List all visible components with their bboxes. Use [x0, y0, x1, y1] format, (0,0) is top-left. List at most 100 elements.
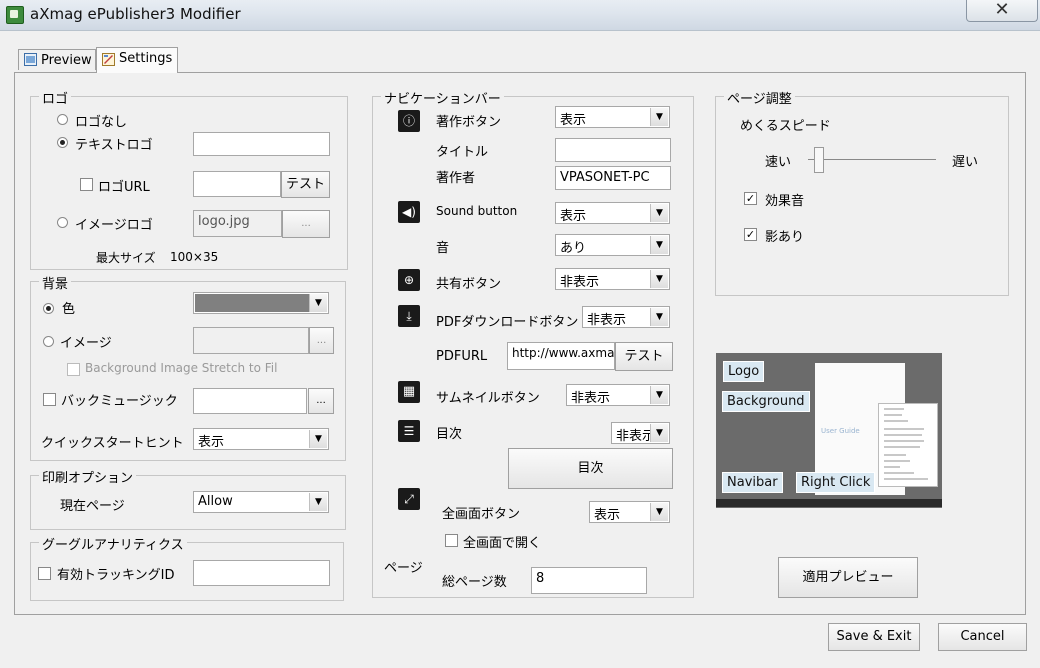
bg-color-radio[interactable] — [43, 303, 54, 314]
author-label: 著作者 — [436, 171, 476, 186]
max-size-value: 100×35 — [170, 250, 219, 264]
sound-effect-checkbox[interactable]: ✓ — [744, 192, 757, 205]
logo-url-input[interactable] — [193, 171, 281, 197]
title-input[interactable] — [555, 138, 671, 162]
close-button[interactable]: ✕ — [966, 0, 1038, 22]
copyright-dropdown[interactable]: 表示 ▼ — [555, 106, 670, 128]
logo-url-test-button[interactable]: テスト — [281, 171, 330, 198]
total-pages-label: 総ページ数 — [442, 575, 507, 590]
sound-effect-label: 効果音 — [765, 194, 805, 209]
chevron-down-icon: ▼ — [650, 308, 668, 326]
thumbnail-icon: ▦ — [398, 381, 420, 403]
quickstart-dropdown[interactable]: 表示 ▼ — [193, 428, 329, 450]
bg-music-browse-button[interactable]: ... — [308, 388, 334, 414]
toc-dropdown[interactable]: 非表示 ▼ — [611, 422, 670, 444]
pdfurl-label: PDFURL — [436, 349, 488, 364]
checkmark-icon: ✓ — [745, 192, 756, 205]
share-button-dropdown[interactable]: 非表示 ▼ — [555, 268, 670, 290]
navibar-callout: Navibar — [722, 472, 783, 493]
text-logo-input[interactable] — [193, 132, 330, 156]
fullscreen-icon: ⤢ — [398, 488, 420, 510]
pdf-download-label: PDFダウンロードボタン — [436, 315, 579, 330]
chevron-down-icon: ▼ — [309, 493, 327, 511]
current-page-value: Allow — [198, 494, 233, 509]
background-callout: Background — [722, 391, 810, 412]
bg-music-input[interactable] — [193, 388, 307, 414]
image-logo-radio[interactable] — [57, 217, 68, 228]
pdfurl-test-button[interactable]: テスト — [615, 342, 673, 371]
preview-page-caption: User Guide — [821, 427, 860, 435]
tracking-id-input[interactable] — [193, 560, 330, 586]
pdf-download-dropdown[interactable]: 非表示 ▼ — [582, 306, 670, 328]
thumbnail-button-dropdown[interactable]: 非表示 ▼ — [566, 384, 670, 406]
page-label: ページ — [384, 561, 423, 576]
preview-navbar — [716, 499, 942, 507]
slow-label: 遅い — [952, 155, 979, 170]
fullscreen-button-dropdown[interactable]: 表示 ▼ — [589, 501, 670, 523]
share-icon: ⊕ — [398, 269, 420, 291]
speaker-icon: ◀) — [398, 201, 420, 223]
chevron-down-icon: ▼ — [650, 204, 668, 222]
bg-image-radio[interactable] — [43, 336, 54, 347]
audio-value: あり — [560, 241, 587, 256]
flip-speed-slider[interactable] — [808, 159, 936, 160]
no-logo-label: ロゴなし — [75, 115, 128, 130]
tab-preview-label: Preview — [41, 53, 92, 68]
bg-music-checkbox[interactable] — [43, 393, 56, 406]
logo-url-checkbox[interactable] — [80, 178, 93, 191]
image-logo-input[interactable]: logo.jpg — [193, 210, 282, 237]
bg-image-browse-button[interactable]: ... — [309, 327, 334, 354]
bg-color-swatch — [195, 294, 309, 312]
sound-button-dropdown[interactable]: 表示 ▼ — [555, 202, 670, 224]
author-input[interactable]: VPASONET-PC — [555, 166, 671, 190]
open-fullscreen-checkbox[interactable] — [445, 534, 458, 547]
current-page-dropdown[interactable]: Allow ▼ — [193, 491, 329, 513]
preview-icon — [24, 53, 37, 66]
tab-settings[interactable]: Settings — [96, 47, 178, 73]
flip-speed-slider-thumb[interactable] — [813, 147, 824, 173]
navbar-group-title: ナビケーションバー — [381, 88, 504, 107]
toc-label: 目次 — [436, 427, 463, 442]
bg-image-input[interactable] — [193, 327, 309, 354]
thumbnail-button-label: サムネイルボタン — [436, 391, 540, 406]
share-button-label: 共有ボタン — [436, 277, 502, 292]
save-exit-button[interactable]: Save & Exit — [828, 623, 920, 651]
fullscreen-button-value: 表示 — [594, 508, 621, 523]
cancel-button[interactable]: Cancel — [938, 623, 1027, 651]
window-title: aXmag ePublisher3 Modifier — [30, 5, 241, 23]
chevron-down-icon: ▼ — [650, 236, 668, 254]
app-icon — [6, 6, 24, 24]
sound-button-value: 表示 — [560, 209, 587, 224]
bg-color-dropdown[interactable]: ▼ — [193, 292, 329, 314]
audio-label: 音 — [436, 241, 450, 256]
chevron-down-icon: ▼ — [650, 503, 668, 521]
pdfurl-input[interactable]: http://www.axmag — [507, 342, 615, 370]
audio-dropdown[interactable]: あり ▼ — [555, 234, 670, 256]
download-icon: ⤓ — [398, 305, 420, 327]
tab-preview[interactable]: Preview — [18, 49, 96, 70]
toc-button[interactable]: 目次 — [508, 448, 673, 489]
tracking-checkbox[interactable] — [38, 567, 51, 580]
fullscreen-button-label: 全画面ボタン — [442, 507, 521, 522]
shadow-label: 影あり — [765, 230, 805, 245]
chevron-down-icon: ▼ — [650, 424, 668, 442]
bg-stretch-checkbox[interactable] — [67, 363, 80, 376]
apply-preview-button[interactable]: 適用プレビュー — [778, 557, 918, 598]
logo-callout: Logo — [723, 361, 765, 382]
copyright-button-label: 著作ボタン — [436, 115, 502, 130]
shadow-checkbox[interactable]: ✓ — [744, 228, 757, 241]
checkmark-icon: ✓ — [745, 228, 756, 241]
preview-context-menu — [878, 403, 938, 487]
logo-url-label: ロゴURL — [98, 180, 150, 195]
pdf-download-value: 非表示 — [587, 313, 627, 328]
no-logo-radio[interactable] — [57, 114, 68, 125]
chevron-down-icon: ▼ — [650, 386, 668, 404]
total-pages-input[interactable]: 8 — [531, 567, 647, 594]
rightclick-callout: Right Click — [796, 472, 876, 493]
flip-speed-label: めくるスピード — [740, 119, 831, 134]
chevron-down-icon: ▼ — [650, 108, 668, 126]
image-logo-browse-button[interactable]: ... — [282, 210, 330, 238]
chevron-down-icon: ▼ — [309, 430, 327, 448]
text-logo-radio[interactable] — [57, 137, 68, 148]
bg-color-label: 色 — [62, 302, 76, 317]
